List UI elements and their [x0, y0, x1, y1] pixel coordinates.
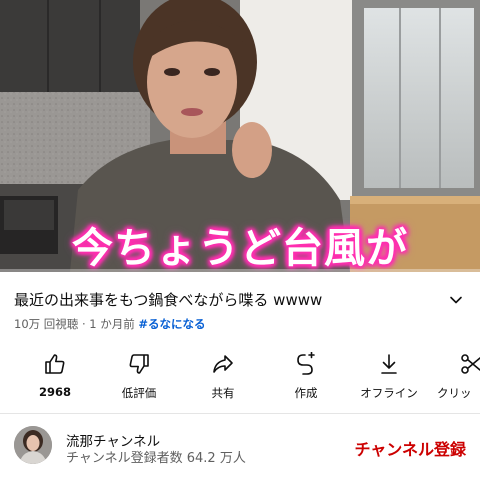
download-icon: [381, 354, 397, 374]
share-button[interactable]: 共有: [188, 352, 258, 401]
upload-age: 1 か月前: [89, 317, 135, 331]
clip-button[interactable]: クリッ: [437, 352, 480, 401]
channel-avatar[interactable]: [14, 426, 52, 464]
offline-button[interactable]: オフライン: [354, 352, 424, 401]
thumbs-up-icon: [45, 354, 65, 374]
share-icon: [213, 355, 233, 373]
remix-label: 作成: [294, 386, 318, 400]
avatar-image: [14, 426, 52, 464]
meta-separator: ·: [81, 317, 86, 331]
action-bar: 2968 低評価 共有 作成 オフライン クリッ: [0, 352, 480, 402]
video-progress-bar[interactable]: [0, 269, 480, 272]
share-label: 共有: [211, 386, 235, 400]
view-count: 10万 回視聴: [14, 317, 79, 331]
clip-label: クリッ: [437, 386, 472, 400]
video-title: 最近の出来事をもつ鍋食べながら喋る wwww: [14, 291, 323, 309]
subscribe-button[interactable]: チャンネル登録: [354, 436, 466, 460]
subscriber-count: チャンネル登録者数 64.2 万人: [66, 451, 246, 466]
chevron-down-icon[interactable]: [448, 292, 464, 308]
remix-button[interactable]: 作成: [271, 352, 341, 401]
dislike-label: 低評価: [121, 386, 157, 400]
like-count: 2968: [38, 385, 71, 399]
thumbs-down-icon: [129, 354, 149, 374]
section-divider: [0, 413, 480, 414]
video-caption: 今ちょうど台風が: [72, 224, 408, 272]
scissors-icon: [461, 354, 480, 374]
video-title-row[interactable]: 最近の出来事をもつ鍋食べながら喋る wwww: [14, 290, 466, 312]
like-button[interactable]: 2968: [20, 352, 90, 399]
video-player[interactable]: 今ちょうど台風が: [0, 0, 480, 272]
offline-label: オフライン: [360, 386, 418, 400]
dislike-button[interactable]: 低評価: [104, 352, 174, 401]
video-meta: 10万 回視聴 · 1 か月前 #るなになる: [14, 316, 206, 332]
remix-icon: [297, 352, 315, 375]
hashtag-link[interactable]: #るなになる: [138, 317, 205, 331]
